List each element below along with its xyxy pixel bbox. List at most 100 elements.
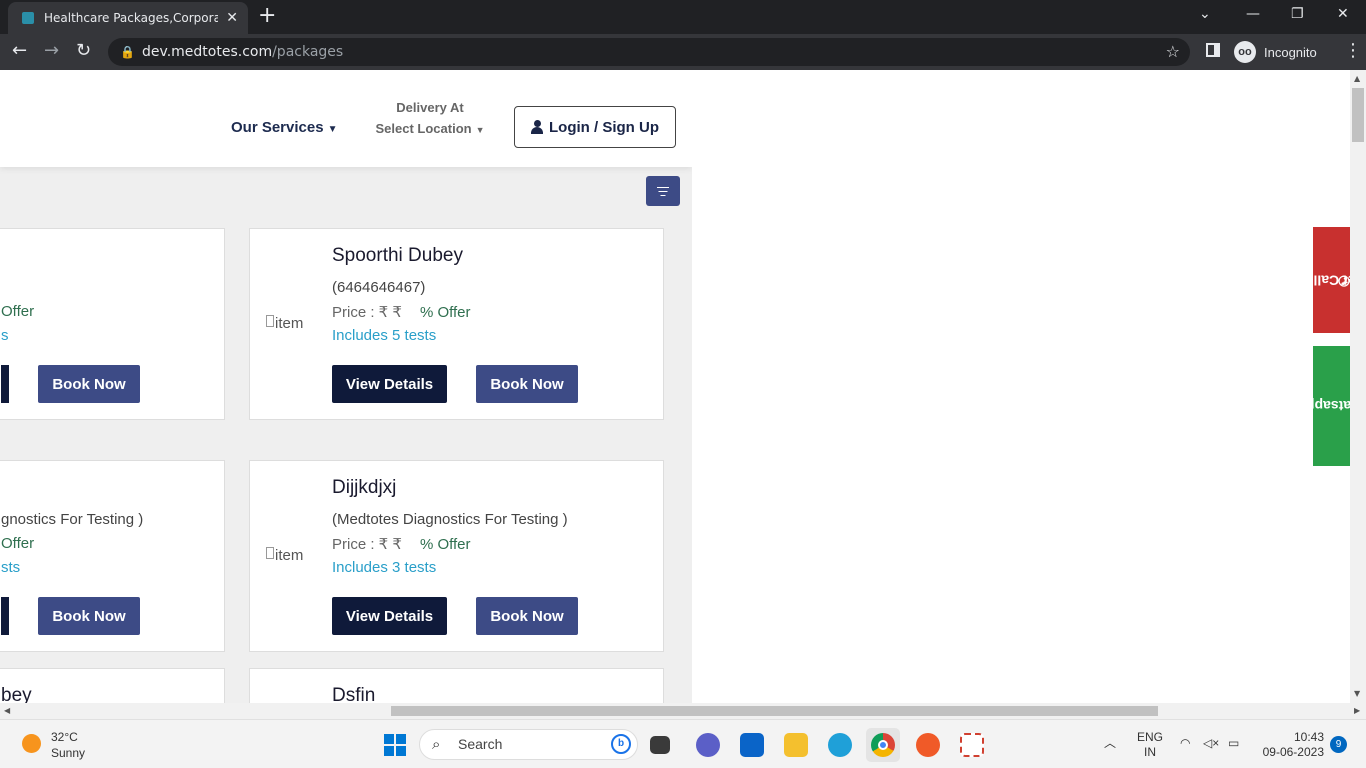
delivery-label: Delivery At — [396, 100, 464, 115]
login-label: Login / Sign Up — [549, 118, 659, 136]
package-image: item — [266, 547, 303, 564]
page-viewport: Our Services ▼ Delivery At Select Locatio… — [0, 70, 1350, 703]
package-card: Offer s Book Now — [0, 228, 225, 420]
package-image: item — [266, 315, 303, 332]
book-now-button[interactable]: Book Now — [38, 365, 140, 403]
price-text: Price : ₹ ₹ — [332, 304, 402, 321]
scroll-down-icon[interactable]: ▼ — [1354, 689, 1360, 698]
language-indicator[interactable]: ENG IN — [1137, 730, 1163, 760]
notification-badge[interactable]: 9 — [1330, 736, 1347, 753]
package-name: Dijjkdjxj — [332, 477, 397, 498]
teams-chat-icon[interactable] — [696, 733, 720, 757]
view-details-button[interactable]: View Details — [332, 597, 447, 635]
clock[interactable]: 10:43 09-06-2023 — [1258, 730, 1324, 760]
bookmark-star-icon[interactable]: ☆ — [1166, 38, 1180, 66]
edge-icon[interactable] — [828, 733, 852, 757]
url-host: dev.medtotes.com — [142, 44, 273, 60]
address-bar[interactable]: 🔒 dev.medtotes.com/packages ☆ — [108, 38, 1190, 66]
windows-taskbar: 32°C Sunny ⌕ Search b ︿ ENG IN ◠ ◁× ▭ 10… — [0, 719, 1366, 768]
view-details-button[interactable]: View Details — [332, 365, 447, 403]
scroll-left-icon[interactable]: ◀ — [4, 706, 10, 715]
horizontal-scroll-thumb[interactable] — [391, 706, 1158, 716]
reload-icon[interactable]: ↻ — [76, 40, 91, 62]
wifi-icon[interactable]: ◠ — [1180, 736, 1190, 751]
includes-tests-link[interactable]: Includes 3 tests — [332, 559, 436, 576]
incognito-icon: oo — [1234, 41, 1256, 63]
package-card: gnostics For Testing ) Offer sts Book No… — [0, 460, 225, 652]
package-price: Price : ₹ ₹ % Offer — [332, 535, 471, 553]
search-placeholder: Search — [458, 736, 503, 752]
weather-widget[interactable]: 32°C Sunny — [51, 729, 85, 761]
restore-icon[interactable]: ❐ — [1291, 6, 1304, 22]
chevron-up-icon[interactable]: ︿ — [1104, 736, 1116, 751]
vertical-scroll-thumb[interactable] — [1352, 88, 1364, 142]
side-panel-icon[interactable] — [1206, 43, 1220, 57]
caret-down-icon: ▼ — [475, 125, 485, 135]
menu-kebab-icon[interactable]: ⋮ — [1344, 38, 1362, 64]
date: 09-06-2023 — [1262, 745, 1324, 759]
includes-tests-link[interactable]: Includes 5 tests — [332, 327, 436, 344]
favicon-icon — [22, 12, 34, 24]
view-details-button[interactable] — [1, 597, 9, 635]
lock-icon[interactable]: 🔒 — [120, 38, 135, 66]
battery-icon[interactable]: ▭ — [1228, 736, 1239, 751]
vertical-scrollbar[interactable]: ▲ ▼ — [1350, 70, 1366, 703]
url-path: /packages — [272, 44, 344, 60]
book-now-button[interactable]: Book Now — [476, 365, 578, 403]
package-card: item Dijjkdjxj (Medtotes Diagnostics For… — [249, 460, 664, 652]
whatsapp-button[interactable]: ◌ Whatsapp — [1306, 346, 1350, 466]
package-provider: (Medtotes Diagnostics For Testing ) — [332, 511, 568, 528]
offer-text: Offer — [1, 535, 35, 552]
snipping-tool-icon[interactable] — [960, 733, 984, 757]
tab-title: Healthcare Packages,Corporate H — [44, 11, 219, 25]
delivery-location-dropdown[interactable]: Delivery At Select Location ▼ — [370, 100, 490, 136]
horizontal-scrollbar[interactable]: ◀ ▶ — [0, 703, 1366, 719]
incognito-badge[interactable]: oo Incognito — [1234, 39, 1317, 65]
incognito-label: Incognito — [1264, 44, 1317, 60]
browser-tab-strip: Healthcare Packages,Corporate H ✕ + ⌄ — … — [0, 0, 1366, 34]
get-call-button[interactable]: ✆ Get Call — [1313, 227, 1350, 333]
mail-icon[interactable] — [740, 733, 764, 757]
includes-link[interactable]: s — [1, 327, 9, 344]
new-tab-icon[interactable]: + — [258, 4, 276, 28]
filter-button[interactable] — [646, 176, 680, 206]
tab-search-chevron-icon[interactable]: ⌄ — [1199, 6, 1211, 22]
package-name: Spoorthi Dubey — [332, 245, 463, 266]
bing-icon[interactable]: b — [611, 734, 631, 754]
sun-icon[interactable] — [22, 734, 41, 753]
task-view-icon[interactable] — [650, 736, 670, 754]
time: 10:43 — [1293, 730, 1324, 744]
view-details-button[interactable] — [1, 365, 9, 403]
back-icon[interactable]: ← — [12, 40, 27, 62]
minimize-icon[interactable]: — — [1246, 6, 1260, 22]
volume-muted-icon[interactable]: ◁× — [1203, 736, 1219, 751]
book-now-button[interactable]: Book Now — [38, 597, 140, 635]
book-now-button[interactable]: Book Now — [476, 597, 578, 635]
close-tab-icon[interactable]: ✕ — [226, 10, 238, 26]
browser-tab[interactable]: Healthcare Packages,Corporate H ✕ — [8, 2, 248, 34]
package-card: item Spoorthi Dubey (6464646467) Price :… — [249, 228, 664, 420]
scroll-up-icon[interactable]: ▲ — [1354, 74, 1360, 83]
file-explorer-icon[interactable] — [784, 733, 808, 757]
close-window-icon[interactable]: ✕ — [1337, 6, 1349, 22]
site-content: Our Services ▼ Delivery At Select Locatio… — [0, 70, 692, 703]
login-signup-button[interactable]: Login / Sign Up — [514, 106, 676, 148]
start-icon[interactable] — [384, 734, 406, 756]
forward-icon[interactable]: → — [44, 40, 59, 62]
package-phone: (6464646467) — [332, 279, 426, 296]
weather-condition: Sunny — [51, 746, 86, 760]
compass-app-icon[interactable] — [916, 733, 940, 757]
taskbar-search[interactable]: ⌕ Search b — [419, 729, 638, 760]
package-price: Price : ₹ ₹ % Offer — [332, 303, 471, 321]
includes-link[interactable]: sts — [1, 559, 20, 576]
browser-toolbar: ← → ↻ 🔒 dev.medtotes.com/packages ☆ oo I… — [0, 34, 1366, 70]
scroll-right-icon[interactable]: ▶ — [1354, 706, 1360, 715]
offer-text: % Offer — [419, 536, 471, 553]
our-services-dropdown[interactable]: Our Services ▼ — [231, 119, 337, 136]
get-call-label: Get Call — [1313, 272, 1350, 288]
chrome-active-tile[interactable] — [866, 728, 900, 762]
site-header: Our Services ▼ Delivery At Select Locatio… — [0, 70, 692, 167]
user-icon — [531, 120, 543, 134]
price-text: Price : ₹ ₹ — [332, 536, 402, 553]
offer-text: % Offer — [419, 304, 471, 321]
